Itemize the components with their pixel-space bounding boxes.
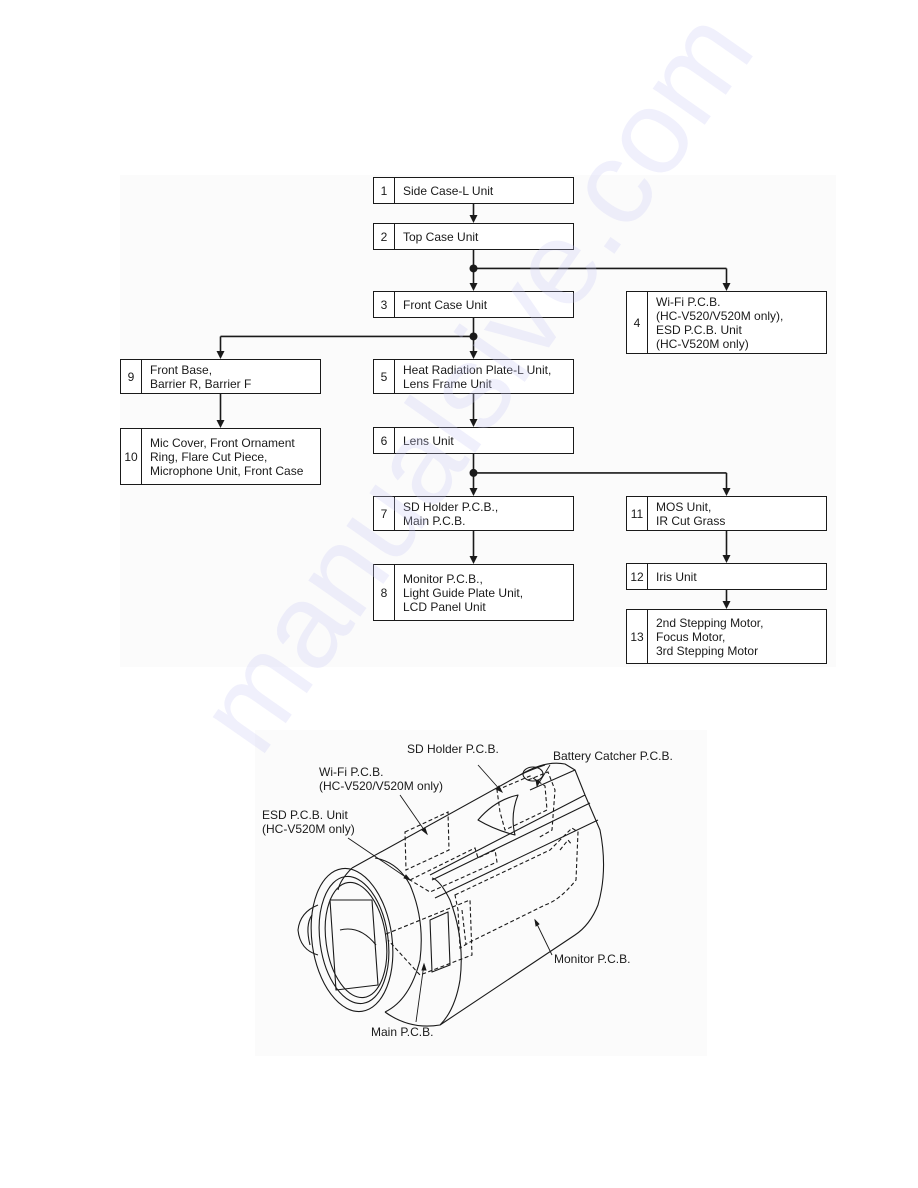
callout-wifi-pcb: Wi-Fi P.C.B. (HC-V520/V520M only)	[319, 765, 444, 793]
lens-hood	[374, 857, 422, 1013]
wifi-pcb-outline	[404, 811, 450, 871]
main-pcb-outline	[385, 899, 473, 976]
callout-main-pcb: Main P.C.B.	[371, 1025, 434, 1039]
camcorder-body	[351, 762, 605, 1027]
callout-battery-catcher-pcb: Battery Catcher P.C.B.	[553, 749, 673, 763]
callout-sd-holder-pcb: SD Holder P.C.B.	[407, 742, 499, 756]
battery-catcher-pcb-outline	[527, 771, 556, 839]
leader-esd	[347, 837, 411, 881]
monitor-pcb-outline	[454, 827, 579, 949]
camcorder-illustration	[297, 762, 605, 1027]
callout-esd-pcb-unit: ESD P.C.B. Unit (HC-V520M only)	[262, 808, 355, 836]
callout-monitor-pcb: Monitor P.C.B.	[554, 952, 631, 966]
